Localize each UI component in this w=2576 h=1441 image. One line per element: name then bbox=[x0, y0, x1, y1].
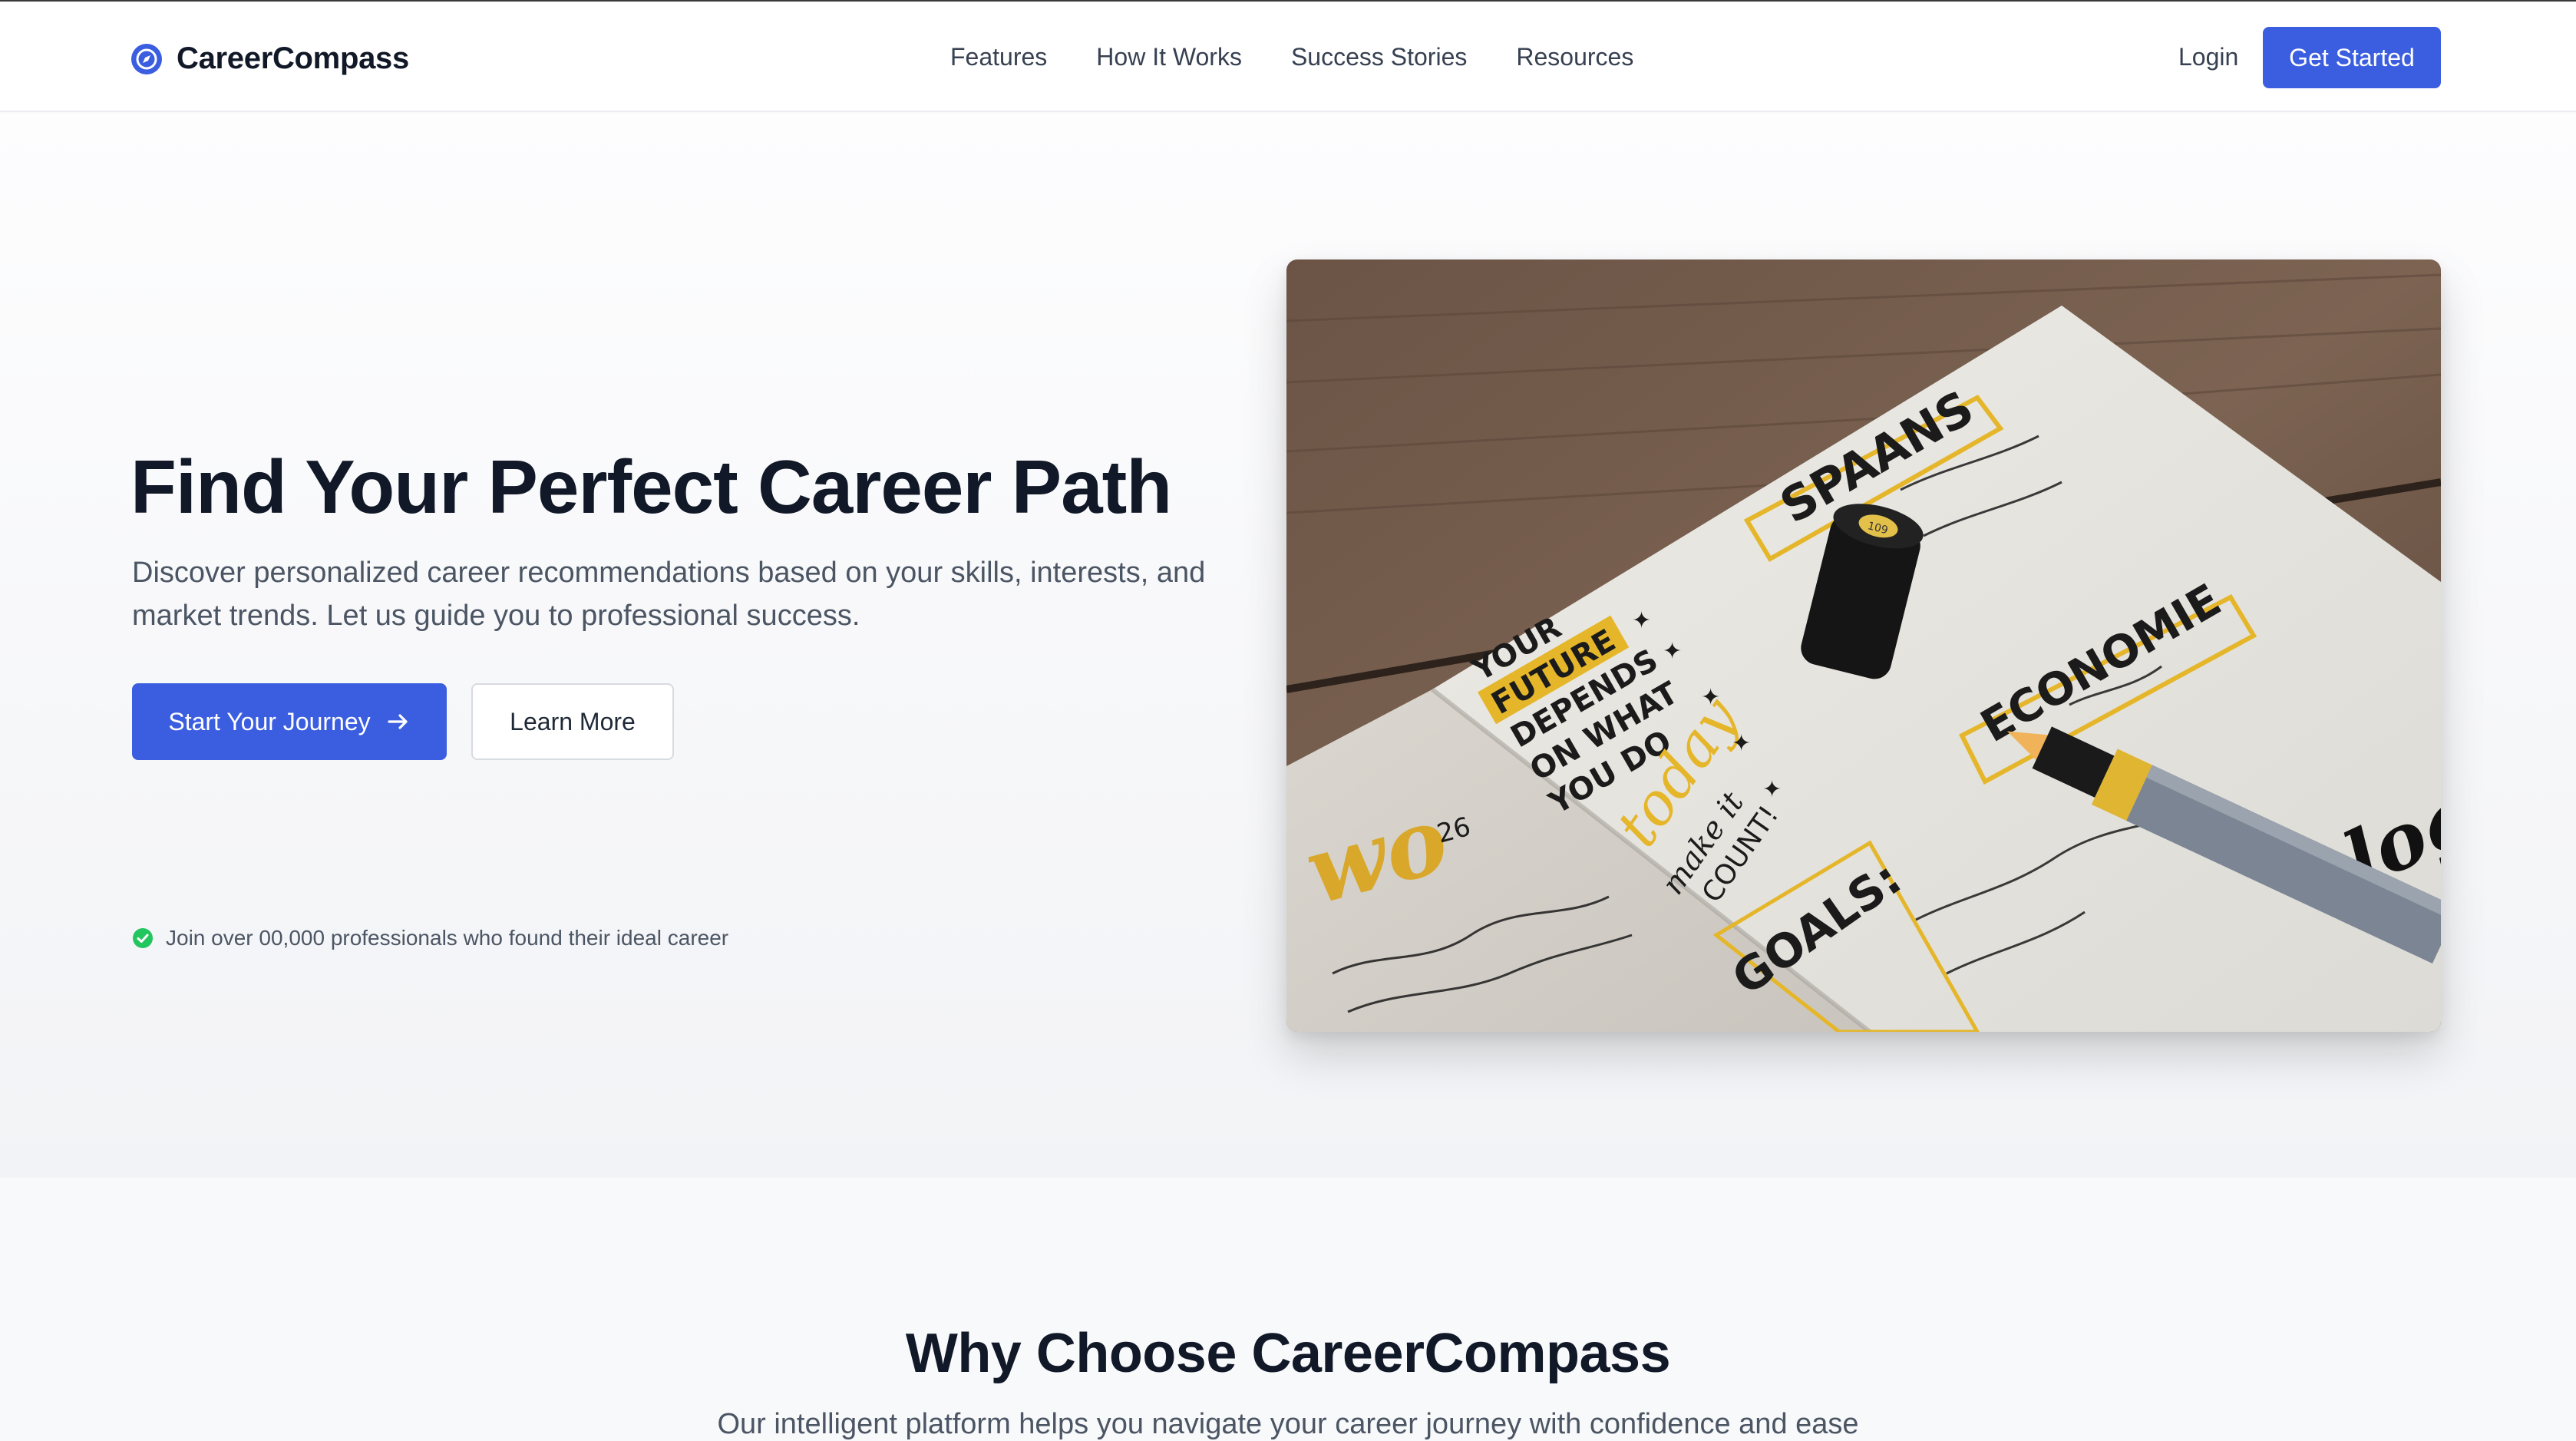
start-journey-label: Start Your Journey bbox=[168, 707, 371, 735]
main-nav: Features How It Works Success Stories Re… bbox=[950, 43, 1633, 71]
nav-link-resources[interactable]: Resources bbox=[1516, 43, 1633, 71]
svg-text:✦: ✦ bbox=[1762, 776, 1782, 803]
start-journey-button[interactable]: Start Your Journey bbox=[132, 683, 447, 760]
hero-section: Find Your Perfect Career Path Discover p… bbox=[0, 114, 2576, 1178]
navbar: CareerCompass Features How It Works Succ… bbox=[0, 2, 2576, 112]
svg-text:✦: ✦ bbox=[1663, 638, 1682, 665]
nav-link-features[interactable]: Features bbox=[950, 43, 1047, 71]
compass-icon bbox=[131, 43, 162, 74]
social-proof-text: Join over 00,000 professionals who found… bbox=[166, 926, 729, 950]
journal-photo: SPAANS ECONOMIE YOUR FUTURE DEPENDS ON W… bbox=[1286, 259, 2441, 1032]
login-link[interactable]: Login bbox=[2178, 43, 2238, 71]
svg-text:✦: ✦ bbox=[1732, 730, 1751, 757]
get-started-button[interactable]: Get Started bbox=[2263, 27, 2441, 88]
learn-more-button[interactable]: Learn More bbox=[471, 683, 674, 760]
brand-logo[interactable]: CareerCompass bbox=[130, 41, 409, 76]
nav-link-how-it-works[interactable]: How It Works bbox=[1096, 43, 1242, 71]
nav-link-success-stories[interactable]: Success Stories bbox=[1291, 43, 1467, 71]
svg-text:✦: ✦ bbox=[1701, 684, 1720, 711]
hero-title: Find Your Perfect Career Path bbox=[130, 445, 1172, 529]
features-section-title: Why Choose CareerCompass bbox=[905, 1323, 1671, 1384]
social-proof: Join over 00,000 professionals who found… bbox=[132, 926, 728, 950]
arrow-right-icon bbox=[388, 714, 408, 729]
svg-text:✦: ✦ bbox=[1632, 607, 1651, 634]
features-section-subtitle: Our intelligent platform helps you navig… bbox=[717, 1408, 1859, 1440]
hero-image: SPAANS ECONOMIE YOUR FUTURE DEPENDS ON W… bbox=[1286, 259, 2441, 1032]
hero-subtitle: Discover personalized career recommendat… bbox=[132, 557, 1206, 632]
brand-name: CareerCompass bbox=[177, 41, 409, 75]
check-circle-icon bbox=[133, 928, 153, 948]
